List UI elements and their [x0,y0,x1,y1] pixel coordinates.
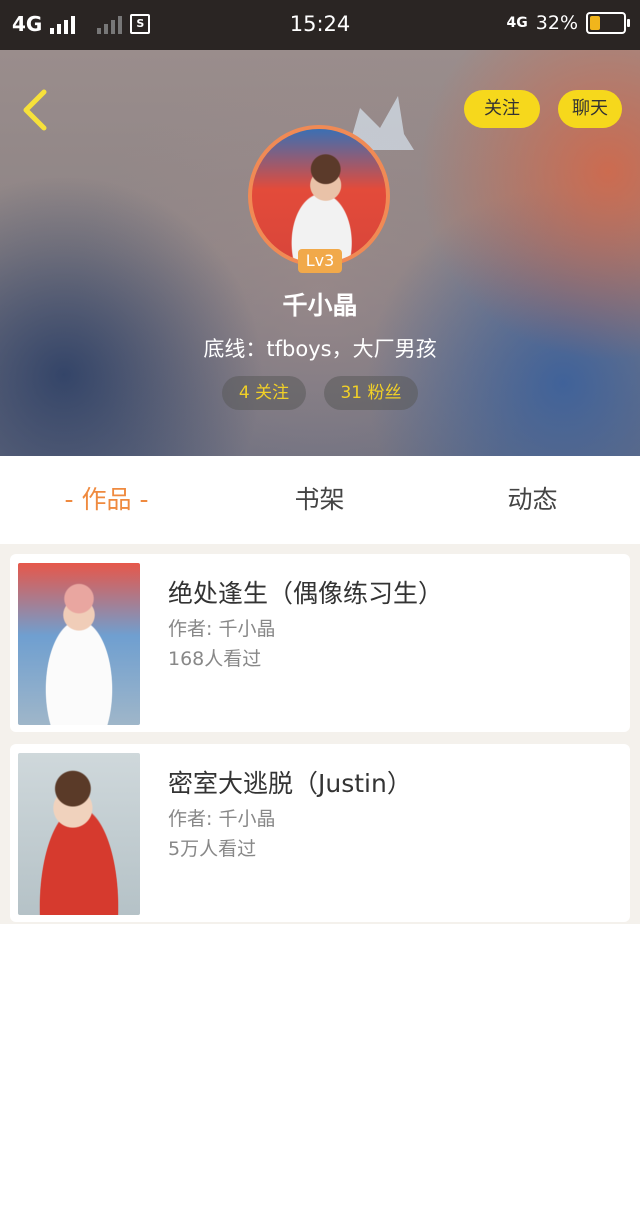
level-badge: Lv3 [298,249,342,273]
username: 千小晶 [282,291,358,320]
tab-bookshelf[interactable]: 书架 [213,480,426,516]
work-cover-image [18,753,140,915]
avatar-frame [248,125,390,267]
work-author: 作者: 千小晶 [168,618,276,640]
tab-activity[interactable]: 动态 [426,480,639,516]
work-author: 作者: 千小晶 [168,808,276,830]
work-title: 绝处逢生（偶像练习生） [168,579,444,608]
chevron-left-icon[interactable] [20,88,50,132]
work-views: 168人看过 [168,648,262,670]
list-item[interactable]: 密室大逃脱（Justin） 作者: 千小晶 5万人看过 [10,744,630,922]
network-type-small: 4G [506,15,528,31]
status-bar-right: 4G 32% [506,12,630,34]
work-title: 密室大逃脱（Justin） [168,769,412,798]
fans-count-button[interactable]: 31 粉丝 [324,376,418,410]
profile-header: 关注 聊天 Lv3 千小晶 底线：tfboys，大厂男孩 4 关注 31 粉丝 [0,50,640,456]
tab-works[interactable]: - 作品 - [0,480,213,516]
avatar[interactable] [248,125,390,267]
user-bio: 底线：tfboys，大厂男孩 [203,337,437,361]
chat-button[interactable]: 聊天 [558,90,622,128]
list-item[interactable]: 绝处逢生（偶像练习生） 作者: 千小晶 168人看过 [10,554,630,732]
battery-fill [590,16,600,30]
work-views: 5万人看过 [168,838,257,860]
status-bar: 4G S 15:24 4G 32% [0,0,640,50]
works-list: 绝处逢生（偶像练习生） 作者: 千小晶 168人看过 密室大逃脱（Justin）… [0,544,640,924]
profile-tabs: - 作品 - 书架 动态 [0,456,640,544]
empty-area [0,924,640,1205]
battery-icon [586,12,630,34]
work-cover-image [18,563,140,725]
battery-percent: 32% [535,12,578,34]
follow-button[interactable]: 关注 [464,90,540,128]
following-count-button[interactable]: 4 关注 [222,376,306,410]
